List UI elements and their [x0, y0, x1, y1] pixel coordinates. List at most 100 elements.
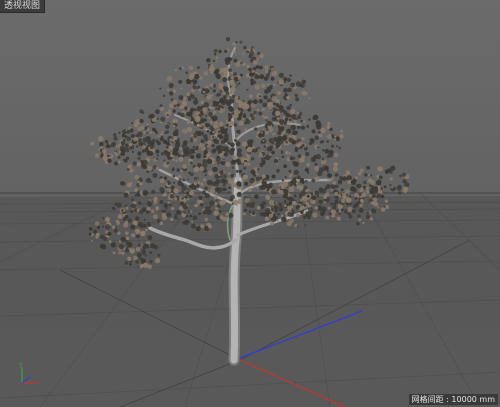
leaf-blob: [220, 199, 226, 205]
leaf-blob: [172, 181, 176, 184]
leaf-blob: [396, 185, 402, 191]
leaf-blob: [198, 212, 202, 216]
leaf-blob: [166, 188, 169, 191]
leaf-blob: [182, 178, 186, 182]
leaf-blob: [370, 174, 373, 177]
leaf-blob: [198, 121, 202, 125]
leaf-blob: [142, 137, 148, 143]
leaf-blob: [211, 106, 215, 109]
leaf-blob: [220, 170, 224, 173]
leaf-blob: [88, 227, 93, 231]
leaf-blob: [230, 71, 234, 75]
leaf-blob: [286, 77, 291, 82]
leaf-blob: [318, 199, 323, 204]
leaf-blob: [147, 246, 150, 249]
leaf-blob: [305, 189, 309, 192]
leaf-blob: [335, 184, 339, 189]
leaf-blob: [313, 154, 318, 160]
leaf-blob: [257, 168, 260, 171]
leaf-blob: [151, 209, 155, 213]
leaf-blob: [199, 166, 205, 172]
leaf-blob: [192, 145, 195, 149]
leaf-blob: [289, 156, 294, 161]
leaf-blob: [181, 190, 184, 194]
leaf-blob: [215, 68, 220, 73]
leaf-blob: [256, 108, 260, 112]
leaf-blob: [287, 87, 292, 93]
leaf-blob: [264, 69, 269, 73]
leaf-blob: [187, 188, 190, 191]
leaf-blob: [95, 153, 100, 158]
leaf-blob: [256, 75, 260, 79]
leaf-blob: [290, 82, 296, 88]
leaf-blob: [167, 149, 171, 152]
leaf-blob: [171, 138, 175, 142]
leaf-blob: [366, 165, 371, 170]
leaf-blob: [300, 190, 306, 197]
leaf-blob: [318, 131, 321, 134]
leaf-blob: [250, 204, 255, 209]
leaf-blob: [309, 138, 314, 143]
leaf-blob: [157, 135, 160, 138]
leaf-blob: [228, 186, 231, 189]
leaf-blob: [223, 152, 229, 157]
leaf-blob: [199, 142, 204, 148]
leaf-blob: [215, 192, 218, 195]
leaf-blob: [93, 229, 98, 234]
viewport-title[interactable]: 透视视图: [0, 0, 46, 13]
leaf-blob: [139, 264, 144, 269]
leaf-blob: [265, 210, 271, 215]
leaf-blob: [369, 188, 375, 194]
leaf-blob: [180, 169, 183, 173]
leaf-blob: [268, 106, 272, 110]
axis-x-line: [239, 359, 346, 407]
leaf-blob: [191, 220, 194, 223]
leaf-blob: [117, 213, 123, 219]
leaf-blob: [270, 87, 273, 90]
leaf-blob: [218, 121, 224, 127]
leaf-blob: [155, 131, 158, 134]
leaf-blob: [218, 82, 224, 89]
leaf-blob: [376, 175, 380, 179]
leaf-blob: [293, 194, 297, 198]
leaf-blob: [315, 125, 318, 128]
leaf-blob: [234, 96, 239, 100]
leaf-blob: [107, 231, 112, 236]
leaf-blob: [215, 94, 219, 97]
leaf-blob: [293, 223, 298, 228]
leaf-blob: [165, 146, 169, 149]
leaf-blob: [133, 255, 138, 261]
leaf-blob: [289, 74, 292, 77]
leaf-blob: [187, 107, 191, 110]
leaf-blob: [124, 261, 128, 265]
leaf-blob: [193, 166, 200, 173]
leaf-blob: [174, 213, 177, 216]
leaf-blob: [275, 110, 281, 117]
perspective-viewport[interactable]: y x 透视视图 网格间距 : 10000 mm: [0, 0, 500, 407]
leaf-blob: [152, 127, 156, 132]
leaf-blob: [227, 191, 230, 194]
leaf-blob: [206, 129, 210, 133]
leaf-blob: [166, 212, 172, 218]
leaf-blob: [248, 210, 252, 214]
leaf-blob: [389, 177, 393, 181]
svg-text:y: y: [19, 361, 23, 368]
leaf-blob: [340, 188, 344, 192]
leaf-blob: [288, 118, 292, 122]
leaf-blob: [148, 178, 151, 181]
leaf-blob: [326, 170, 330, 173]
leaf-blob: [222, 92, 226, 95]
leaf-blob: [213, 124, 218, 129]
leaf-blob: [340, 198, 346, 204]
leaf-blob: [155, 149, 160, 154]
leaf-blob: [219, 67, 225, 73]
leaf-blob: [327, 178, 331, 181]
leaf-blob: [277, 130, 282, 136]
leaf-blob: [274, 209, 278, 213]
leaf-blob: [293, 119, 298, 124]
leaf-blob: [319, 140, 323, 144]
leaf-blob: [147, 201, 152, 207]
leaf-blob: [174, 197, 178, 201]
leaf-blob: [288, 169, 292, 173]
leaf-blob: [231, 82, 237, 88]
